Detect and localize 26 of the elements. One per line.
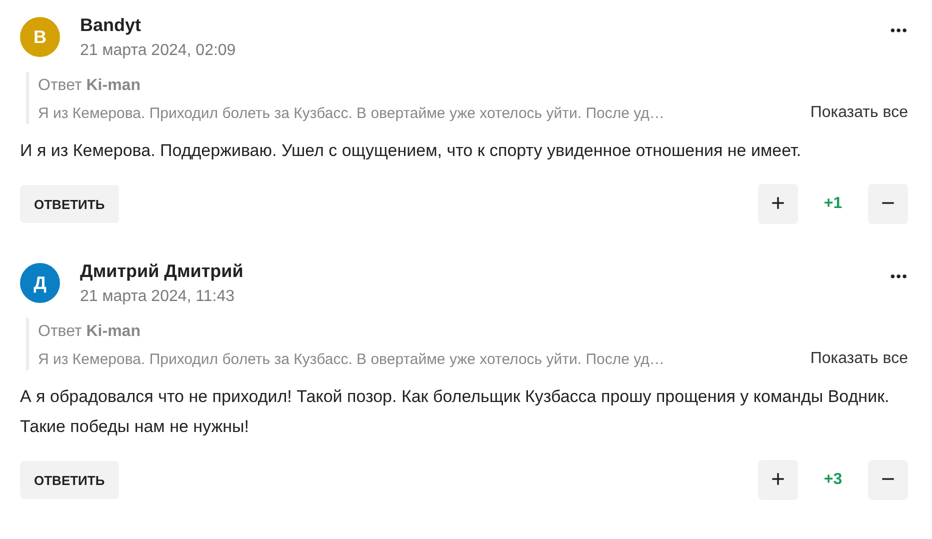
author-name: Дмитрий Дмитрий [80, 260, 244, 282]
upvote-button[interactable]: + [758, 184, 798, 224]
downvote-button[interactable]: − [868, 184, 908, 224]
quoted-text: Я из Кемерова. Приходил болеть за Кузбасс. В овертайме уже хотелось уйти. После уд… [38, 104, 664, 122]
reply-label: Ответ [38, 323, 82, 340]
reply-label: Ответ [38, 77, 82, 94]
show-all-link[interactable]: Показать все [810, 350, 908, 368]
reply-button[interactable]: ОТВЕТИТЬ [20, 461, 119, 499]
comment-text: И я из Кемерова. Поддерживаю. Ушел с ощущением, что к спорту увиденное отношения не имеет. [20, 140, 802, 162]
more-menu-button[interactable]: ••• [890, 18, 908, 42]
upvote-button[interactable]: + [758, 460, 798, 500]
reply-author: Ki-man [86, 323, 140, 340]
avatar: Д [20, 263, 60, 303]
reply-author: Ki-man [86, 77, 140, 94]
comment-date: 21 марта 2024, 11:43 [80, 287, 236, 307]
downvote-button[interactable]: − [868, 460, 908, 500]
comment-text: А я обрадовался что не приходил! Такой позор. Как болельщик Кузбасса прошу прощения у команды Водник. Такие победы нам не нужны! [20, 386, 890, 438]
reply-button[interactable]: ОТВЕТИТЬ [20, 185, 119, 223]
vote-score: +3 [822, 471, 844, 489]
comment-date: 21 марта 2024, 02:09 [80, 41, 237, 61]
more-menu-button[interactable]: ••• [890, 264, 908, 288]
vote-score: +1 [822, 195, 844, 213]
avatar: B [20, 17, 60, 57]
author-name: Bandyt [80, 14, 142, 36]
show-all-link[interactable]: Показать все [810, 104, 908, 122]
quoted-text: Я из Кемерова. Приходил болеть за Кузбасс. В овертайме уже хотелось уйти. После уд… [38, 350, 664, 368]
